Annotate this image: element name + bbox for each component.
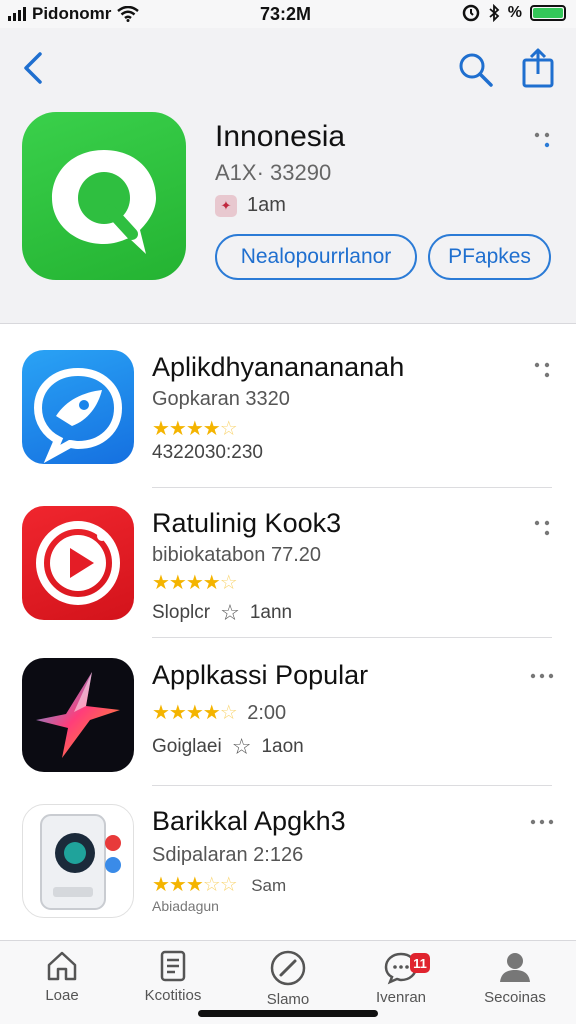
more-dots-icon[interactable] xyxy=(528,360,556,380)
battery-percent: % xyxy=(507,4,522,21)
age-rating-icon: ✦ xyxy=(215,194,237,217)
compass-icon xyxy=(270,950,306,986)
tab-profile[interactable]: Secoinas xyxy=(470,949,560,1006)
search-icon[interactable] xyxy=(456,50,496,90)
status-right: % xyxy=(462,4,566,22)
app-icon[interactable] xyxy=(22,506,134,620)
status-left: Pidonomr xyxy=(8,4,140,24)
tab-label: Secoinas xyxy=(484,989,546,1006)
share-icon[interactable] xyxy=(518,46,558,90)
camera-app-icon xyxy=(40,814,121,910)
app-title: Aplikdhyananananah xyxy=(152,352,405,382)
rating-filled: ★★★★ xyxy=(152,572,221,594)
tab-label: Ivenran xyxy=(375,989,427,1006)
meta-left: Goiglaei xyxy=(152,736,222,757)
app-title: Barikkal Apgkh3 xyxy=(152,806,346,836)
secondary-action-button[interactable]: PFapkes xyxy=(428,234,551,280)
app-subtitle: Sdipalaran 2:126 xyxy=(152,844,304,866)
primary-action-button[interactable]: Nealopourrlanor xyxy=(215,234,417,280)
star-outline-icon: ☆ xyxy=(231,734,252,759)
rating-empty: ☆☆ xyxy=(202,874,238,896)
app-meta: 4322030:230 xyxy=(152,442,263,464)
featured-app-title: Innonesia xyxy=(215,120,346,153)
home-indicator xyxy=(198,1010,378,1017)
meta-left: Sloplcr xyxy=(152,602,211,623)
list-item[interactable]: Ratulinig Kook3 bibiokatabon 77.20 ★★★★☆… xyxy=(0,488,576,638)
app-header: Innonesia A1X· 33290 ✦ 1am Nealopourrlan… xyxy=(0,28,576,324)
star-outline-icon: ☆ xyxy=(220,600,240,625)
person-icon xyxy=(500,953,530,982)
tab-label: Kcotitios xyxy=(144,987,202,1004)
meta-left: 4322030:230 xyxy=(152,442,263,463)
signal-icon xyxy=(8,7,26,21)
app-meta: Sloplcr ☆ 1ann xyxy=(152,600,292,626)
list-item[interactable]: Aplikdhyananananah Gopkaran 3320 ★★★★☆ 4… xyxy=(0,324,576,488)
clock: 73:2M xyxy=(260,4,312,24)
star-rating: ★★★★☆ xyxy=(152,416,238,441)
star-rating: ★★★★☆ xyxy=(152,570,238,595)
wifi-icon xyxy=(117,6,140,22)
featured-app-badge-row: ✦ 1am xyxy=(215,194,286,217)
document-icon xyxy=(160,950,186,982)
more-dots-icon[interactable] xyxy=(532,130,552,150)
meta-right: Sam xyxy=(251,876,287,895)
app-title: Applkassi Popular xyxy=(152,660,369,690)
list-item[interactable]: Applkassi Popular ★★★★☆ 2:00 Goiglaei ☆ … xyxy=(0,638,576,786)
alarm-icon xyxy=(462,4,480,22)
app-icon[interactable] xyxy=(22,658,134,772)
tab-label: Slamo xyxy=(266,991,310,1008)
tab-messages[interactable]: 11 Ivenran xyxy=(356,949,446,1006)
list-item[interactable]: Barikkal Apgkh3 Sdipalaran 2:126 ★★★☆☆ S… xyxy=(0,786,576,936)
featured-app-icon[interactable] xyxy=(22,112,186,280)
rating-filled: ★★★ xyxy=(152,874,204,896)
tab-label: Loae xyxy=(45,987,79,1004)
tab-home[interactable]: Loae xyxy=(17,949,107,1004)
status-bar: Pidonomr 73:2M % xyxy=(0,0,576,28)
home-icon xyxy=(47,951,77,981)
bluetooth-icon xyxy=(489,4,500,22)
more-dots-icon[interactable] xyxy=(528,666,556,686)
meta-right: 1aon xyxy=(261,736,304,757)
rating-filled: ★★★★ xyxy=(152,418,221,440)
more-dots-icon[interactable] xyxy=(528,812,556,832)
app-meta: Abiadagun xyxy=(152,898,219,914)
carrier-name: Pidonomr xyxy=(32,4,112,23)
app-meta: Goiglaei ☆ 1aon xyxy=(152,734,304,760)
battery-icon xyxy=(530,5,566,21)
app-title: Ratulinig Kook3 xyxy=(152,508,342,538)
more-dots-icon[interactable] xyxy=(528,518,556,538)
rating-empty: ☆ xyxy=(219,418,238,440)
rating-empty: ☆ xyxy=(219,572,238,594)
chat-bubble-icon xyxy=(52,150,156,254)
rating-filled: ★★★★ xyxy=(152,702,221,724)
featured-app-badge-text: 1am xyxy=(247,194,286,216)
lightning-star-icon xyxy=(36,672,120,758)
star-rating: ★★★☆☆ Sam xyxy=(152,872,286,897)
app-subtitle: 2:00 xyxy=(247,702,287,724)
star-rating: ★★★★☆ 2:00 xyxy=(152,700,286,725)
play-button-icon xyxy=(36,521,120,605)
rocket-chat-icon xyxy=(33,367,123,464)
app-subtitle: bibiokatabon 77.20 xyxy=(152,544,322,566)
app-icon[interactable] xyxy=(22,804,134,918)
meta-right: 1ann xyxy=(249,602,293,623)
meta-left: Abiadagun xyxy=(152,898,219,914)
rating-empty: ☆ xyxy=(219,702,238,724)
featured-app-subtitle: A1X· 33290 xyxy=(215,160,332,185)
notification-badge: 11 xyxy=(410,953,430,973)
tab-explore[interactable]: Slamo xyxy=(243,949,333,1008)
tab-articles[interactable]: Kcotitios xyxy=(128,949,218,1004)
app-subtitle: Gopkaran 3320 xyxy=(152,388,290,410)
app-icon[interactable] xyxy=(22,350,134,464)
back-chevron-icon[interactable] xyxy=(18,48,50,88)
